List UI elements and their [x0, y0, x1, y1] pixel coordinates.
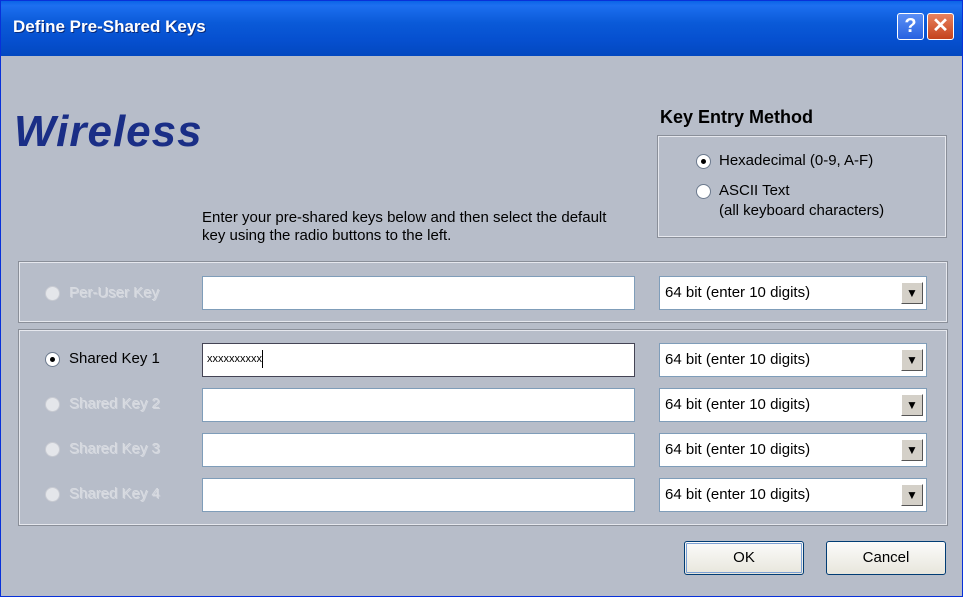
shared-key-4-bits-select[interactable]: 64 bit (enter 10 digits) ▼ — [659, 478, 927, 512]
shared-key-1-value: xxxxxxxxxx — [207, 353, 262, 365]
shared-key-4-bits-value: 64 bit (enter 10 digits) — [665, 486, 811, 503]
per-user-bits-select[interactable]: 64 bit (enter 10 digits) ▼ — [659, 276, 927, 310]
chevron-down-icon[interactable]: ▼ — [901, 394, 923, 416]
ascii-label[interactable]: ASCII Text — [719, 182, 790, 200]
ascii-sublabel: (all keyboard characters) — [719, 202, 885, 219]
hexadecimal-label[interactable]: Hexadecimal (0-9, A-F) — [719, 152, 873, 170]
shared-key-3-input[interactable] — [202, 433, 635, 467]
key-entry-method-title: Key Entry Method — [660, 107, 814, 127]
chevron-down-icon[interactable]: ▼ — [901, 282, 923, 304]
text-caret — [262, 350, 263, 369]
shared-key-2-bits-select[interactable]: 64 bit (enter 10 digits) ▼ — [659, 388, 927, 422]
hexadecimal-radio[interactable] — [696, 154, 711, 169]
shared-key-2-label: Shared Key 2 — [69, 395, 160, 412]
per-user-key-input[interactable] — [202, 276, 635, 310]
shared-key-2-radio[interactable] — [45, 397, 60, 412]
title-bar[interactable]: Define Pre-Shared Keys ? ✕ — [1, 1, 962, 56]
shared-key-2-input[interactable] — [202, 388, 635, 422]
shared-key-1-label[interactable]: Shared Key 1 — [69, 350, 160, 368]
help-icon: ? — [904, 15, 917, 37]
shared-key-4-radio[interactable] — [45, 487, 60, 502]
shared-key-3-label: Shared Key 3 — [69, 440, 160, 457]
dialog-body: Wireless Key Entry Method Hexadecimal (0… — [8, 57, 955, 591]
help-button[interactable]: ? — [897, 13, 924, 40]
shared-key-1-bits-value: 64 bit (enter 10 digits) — [665, 351, 811, 368]
shared-key-1-bits-select[interactable]: 64 bit (enter 10 digits) ▼ — [659, 343, 927, 377]
shared-key-3-bits-value: 64 bit (enter 10 digits) — [665, 441, 811, 458]
shared-key-1-radio[interactable] — [45, 352, 60, 367]
instructions-text: Enter your pre-shared keys below and the… — [202, 209, 607, 244]
chevron-down-icon[interactable]: ▼ — [901, 349, 923, 371]
shared-key-3-bits-select[interactable]: 64 bit (enter 10 digits) ▼ — [659, 433, 927, 467]
close-button[interactable]: ✕ — [927, 13, 954, 40]
cancel-button[interactable]: Cancel — [826, 541, 946, 575]
ascii-radio[interactable] — [696, 184, 711, 199]
per-user-bits-value: 64 bit (enter 10 digits) — [665, 284, 811, 301]
close-icon: ✕ — [932, 15, 949, 37]
window-title: Define Pre-Shared Keys — [13, 17, 206, 36]
shared-key-3-radio[interactable] — [45, 442, 60, 457]
shared-key-2-bits-value: 64 bit (enter 10 digits) — [665, 396, 811, 413]
chevron-down-icon[interactable]: ▼ — [901, 439, 923, 461]
shared-key-4-input[interactable] — [202, 478, 635, 512]
wireless-logo: Wireless — [14, 107, 203, 156]
ok-button[interactable]: OK — [684, 541, 804, 575]
per-user-label: Per-User Key — [69, 284, 160, 301]
shared-key-1-input[interactable]: xxxxxxxxxx — [202, 343, 635, 377]
shared-key-4-label: Shared Key 4 — [69, 485, 160, 502]
chevron-down-icon[interactable]: ▼ — [901, 484, 923, 506]
dialog-window: Define Pre-Shared Keys ? ✕ Wireless Key … — [0, 0, 963, 597]
per-user-radio[interactable] — [45, 286, 60, 301]
